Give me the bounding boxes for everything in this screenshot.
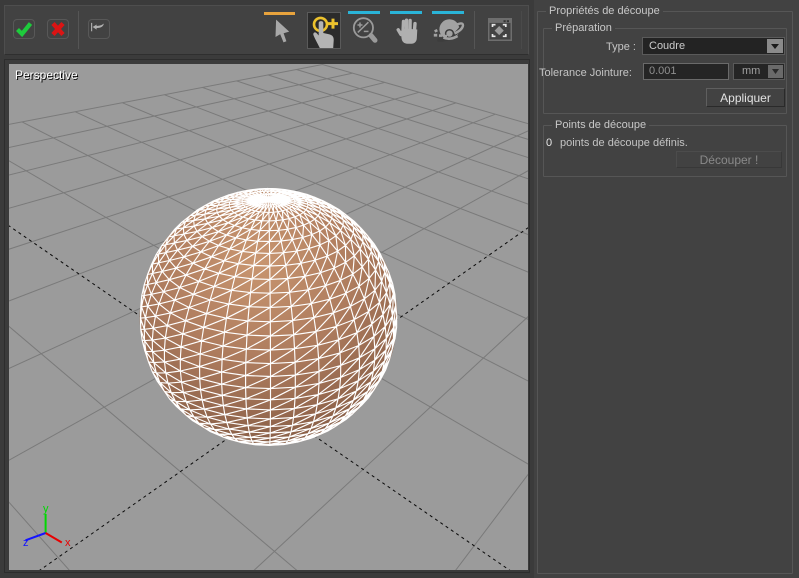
svg-text:x: x xyxy=(65,537,71,549)
svg-text:y: y xyxy=(43,503,49,515)
svg-text:z: z xyxy=(23,537,29,549)
